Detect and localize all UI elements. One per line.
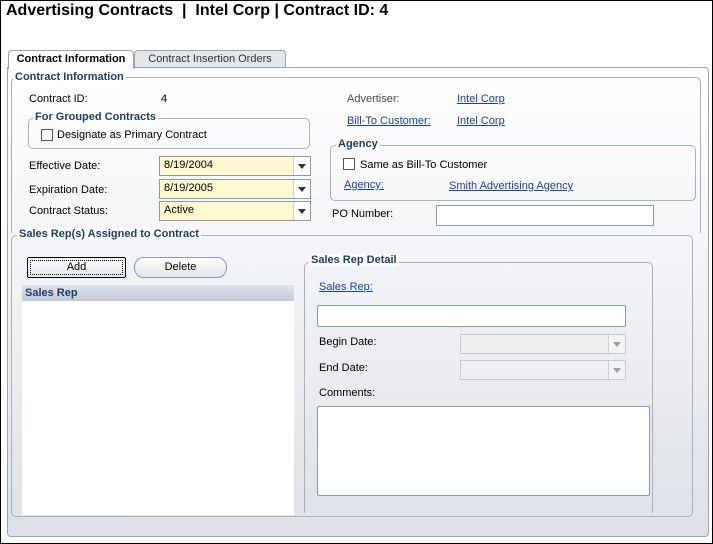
effective-date-select[interactable]: 8/19/2004 [159, 156, 311, 176]
primary-contract-label: Designate as Primary Contract [57, 129, 207, 141]
add-button[interactable]: Add [27, 257, 126, 278]
sales-rep-detail-legend: Sales Rep Detail [309, 254, 399, 266]
sales-reps-legend: Sales Rep(s) Assigned to Contract [17, 228, 201, 240]
primary-contract-checkbox[interactable] [41, 129, 53, 141]
chevron-down-icon[interactable] [293, 180, 310, 198]
tab-contract-insertion-orders[interactable]: Contract Insertion Orders [134, 50, 286, 68]
bill-to-customer-link[interactable]: Intel Corp [457, 114, 505, 128]
comments-textarea [317, 406, 650, 496]
chevron-down-icon [608, 335, 625, 353]
effective-date-value: 8/19/2004 [164, 159, 213, 171]
grouped-contracts-legend: For Grouped Contracts [33, 111, 159, 123]
bill-to-customer-label-link[interactable]: Bill-To Customer: [347, 114, 431, 128]
end-date-label: End Date: [319, 362, 368, 374]
contract-information-legend: Contract Information [13, 71, 126, 83]
chevron-down-icon [608, 361, 625, 379]
agency-link[interactable]: Smith Advertising Agency [449, 179, 573, 193]
window: Advertising Contracts | Intel Corp | Con… [0, 0, 713, 544]
effective-date-label: Effective Date: [29, 160, 101, 172]
chevron-down-icon[interactable] [293, 157, 310, 175]
advertiser-link[interactable]: Intel Corp [457, 92, 505, 106]
expiration-date-value: 8/19/2005 [164, 182, 213, 194]
contract-id-value: 4 [161, 93, 168, 105]
end-date-select [460, 360, 626, 380]
po-number-input[interactable] [436, 205, 654, 226]
page-title: Advertising Contracts | Intel Corp | Con… [6, 2, 389, 19]
advertiser-label: Advertiser: [347, 93, 400, 105]
delete-button[interactable]: Delete [134, 257, 227, 278]
agency-legend: Agency [336, 138, 380, 150]
chevron-down-icon[interactable] [293, 202, 310, 220]
agency-label-link[interactable]: Agency: [344, 178, 384, 192]
contract-status-label: Contract Status: [29, 205, 108, 217]
sales-rep-input [317, 305, 626, 327]
sales-rep-list[interactable] [22, 301, 294, 515]
same-as-bill-to-label: Same as Bill-To Customer [360, 159, 488, 171]
same-as-bill-to-checkbox[interactable] [343, 158, 355, 170]
sales-rep-label-link[interactable]: Sales Rep: [319, 280, 373, 294]
begin-date-label: Begin Date: [319, 336, 377, 348]
contract-status-select[interactable]: Active [159, 201, 311, 221]
comments-label: Comments: [319, 387, 376, 399]
po-number-label: PO Number: [332, 208, 394, 220]
begin-date-select [460, 334, 626, 354]
contract-status-value: Active [164, 204, 194, 216]
tab-contract-information[interactable]: Contract Information [8, 50, 134, 69]
sales-rep-list-header[interactable]: Sales Rep [22, 285, 294, 301]
expiration-date-select[interactable]: 8/19/2005 [159, 179, 311, 199]
contract-id-label: Contract ID: [29, 93, 88, 105]
expiration-date-label: Expiration Date: [29, 184, 108, 196]
